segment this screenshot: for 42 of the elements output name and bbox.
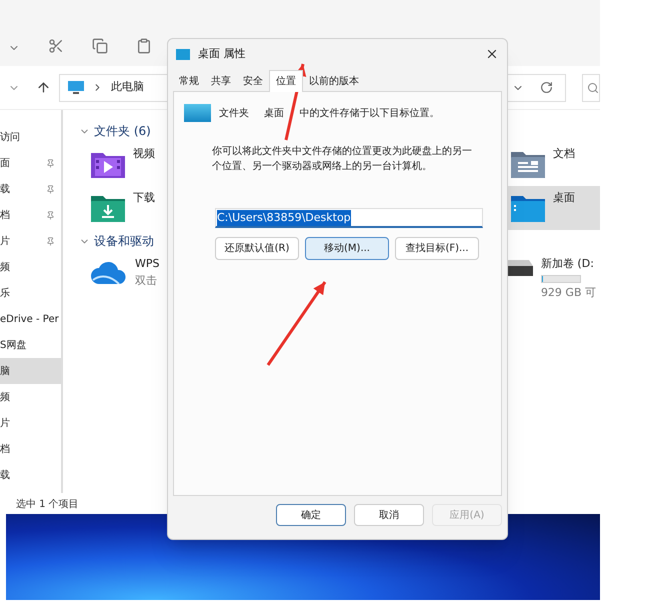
sidebar-item[interactable]: 载 <box>0 462 61 488</box>
item-name: 下载 <box>133 190 155 206</box>
sidebar-item[interactable]: 频 <box>0 384 61 410</box>
status-bar-text: 选中 1 个项目 <box>16 498 79 512</box>
sidebar-item[interactable]: 访问 <box>0 124 61 150</box>
sidebar-item[interactable]: S网盘 <box>0 332 61 358</box>
item-name: 视频 <box>133 146 155 162</box>
action-button[interactable]: 查找目标(F)... <box>395 237 479 260</box>
item-name: WPS <box>135 256 160 272</box>
dialog-button[interactable]: 取消 <box>354 504 424 526</box>
item-name: 文档 <box>553 146 575 162</box>
dialog-title: 桌面 属性 <box>198 46 246 62</box>
sidebar-item[interactable]: 频 <box>0 254 61 280</box>
path-field[interactable]: C:\Users\83859\Desktop <box>215 208 483 228</box>
action-button[interactable]: 还原默认值(R) <box>215 237 299 260</box>
section-title: 文件夹 (6) <box>94 123 151 140</box>
path-value: C:\Users\83859\Desktop <box>217 210 351 226</box>
folder-item[interactable]: WPS 双击 <box>75 252 160 296</box>
sidebar-item[interactable]: 档 <box>0 436 61 462</box>
item-detail: 双击 <box>135 272 158 288</box>
sidebar-item[interactable]: 片 <box>0 410 61 436</box>
tab[interactable]: 位置 <box>269 70 303 92</box>
sidebar-item[interactable]: 脑 <box>0 358 61 384</box>
folder-item[interactable]: 文档 <box>507 142 600 186</box>
sidebar-item[interactable]: 载 <box>0 176 61 202</box>
description-text: 你可以将此文件夹中文件存储的位置更改为此硬盘上的另一个位置、另一个驱动器或网络上的另一台计算机。 <box>212 144 473 174</box>
item-detail: 929 GB 可 <box>540 284 596 300</box>
item-name: 新加卷 (D: <box>540 256 595 272</box>
dialog-button[interactable]: 确定 <box>276 504 346 526</box>
intro-text: 文件夹 桌面 中的文件存储于以下目标位置。 <box>219 106 440 120</box>
sidebar-item[interactable]: eDrive - Per <box>0 306 61 332</box>
folder-item[interactable]: 下载 <box>75 186 160 230</box>
folder-item[interactable]: 桌面 <box>507 186 600 230</box>
sidebar-item[interactable]: 片 <box>0 228 61 254</box>
folder-item[interactable]: 视频 <box>75 142 160 186</box>
section-title: 设备和驱动 <box>94 233 154 250</box>
sidebar-item[interactable]: 档 <box>0 202 61 228</box>
item-name: 桌面 <box>553 190 575 206</box>
sidebar-item[interactable]: 乐 <box>0 280 61 306</box>
action-button[interactable]: 移动(M)... <box>305 237 389 260</box>
sidebar-item[interactable]: 面 <box>0 150 61 176</box>
address-path: 此电脑 <box>110 79 144 96</box>
